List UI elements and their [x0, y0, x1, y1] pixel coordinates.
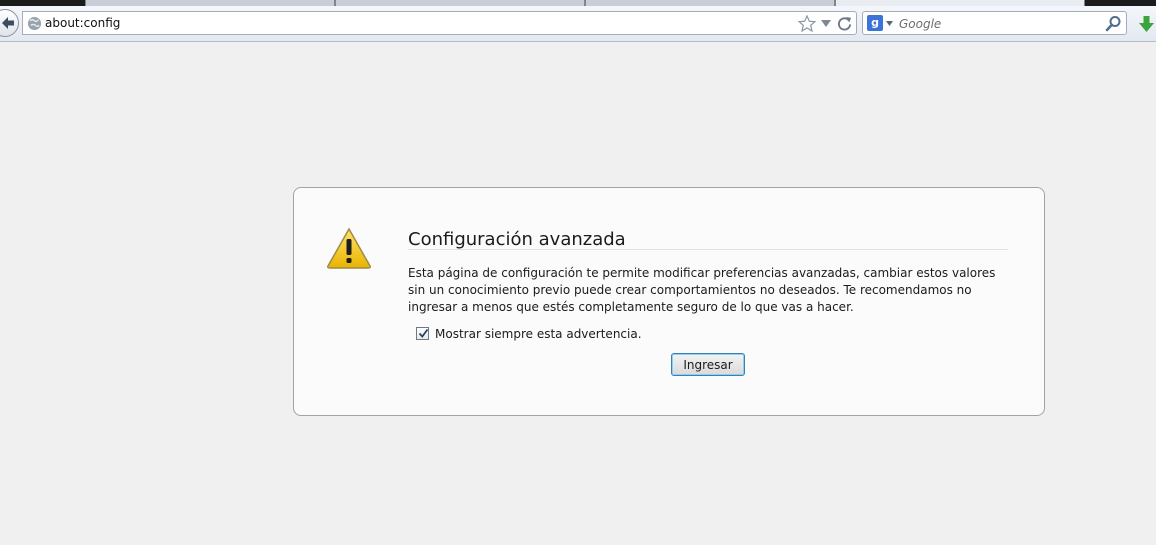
back-button[interactable] [0, 9, 19, 37]
google-engine-icon[interactable]: g [867, 15, 883, 31]
warning-panel: Configuración avanzada Esta página de co… [293, 187, 1045, 416]
search-bar[interactable]: g Google [862, 11, 1127, 35]
navigation-toolbar: about:config g Google [0, 6, 1156, 42]
chevron-down-icon[interactable] [886, 21, 893, 26]
back-arrow-icon [2, 17, 14, 29]
checkbox-label[interactable]: Mostrar siempre esta advertencia. [435, 327, 642, 341]
checkbox[interactable] [416, 327, 429, 340]
accept-risk-button[interactable]: Ingresar [671, 353, 745, 376]
warning-description: Esta página de configuración te permite … [408, 266, 996, 314]
reload-icon[interactable] [837, 16, 852, 31]
checkmark-icon [418, 328, 429, 338]
warning-title: Configuración avanzada [408, 229, 626, 250]
warning-triangle-icon [327, 227, 371, 269]
search-input[interactable]: Google [899, 17, 941, 31]
globe-icon [27, 16, 42, 31]
download-arrow-icon[interactable] [1139, 16, 1154, 32]
search-icon[interactable] [1105, 15, 1122, 32]
url-text[interactable]: about:config [45, 16, 120, 30]
chevron-down-icon[interactable] [821, 20, 831, 27]
star-icon[interactable] [798, 15, 816, 32]
url-bar[interactable]: about:config [22, 11, 857, 35]
title-divider [408, 249, 1008, 250]
